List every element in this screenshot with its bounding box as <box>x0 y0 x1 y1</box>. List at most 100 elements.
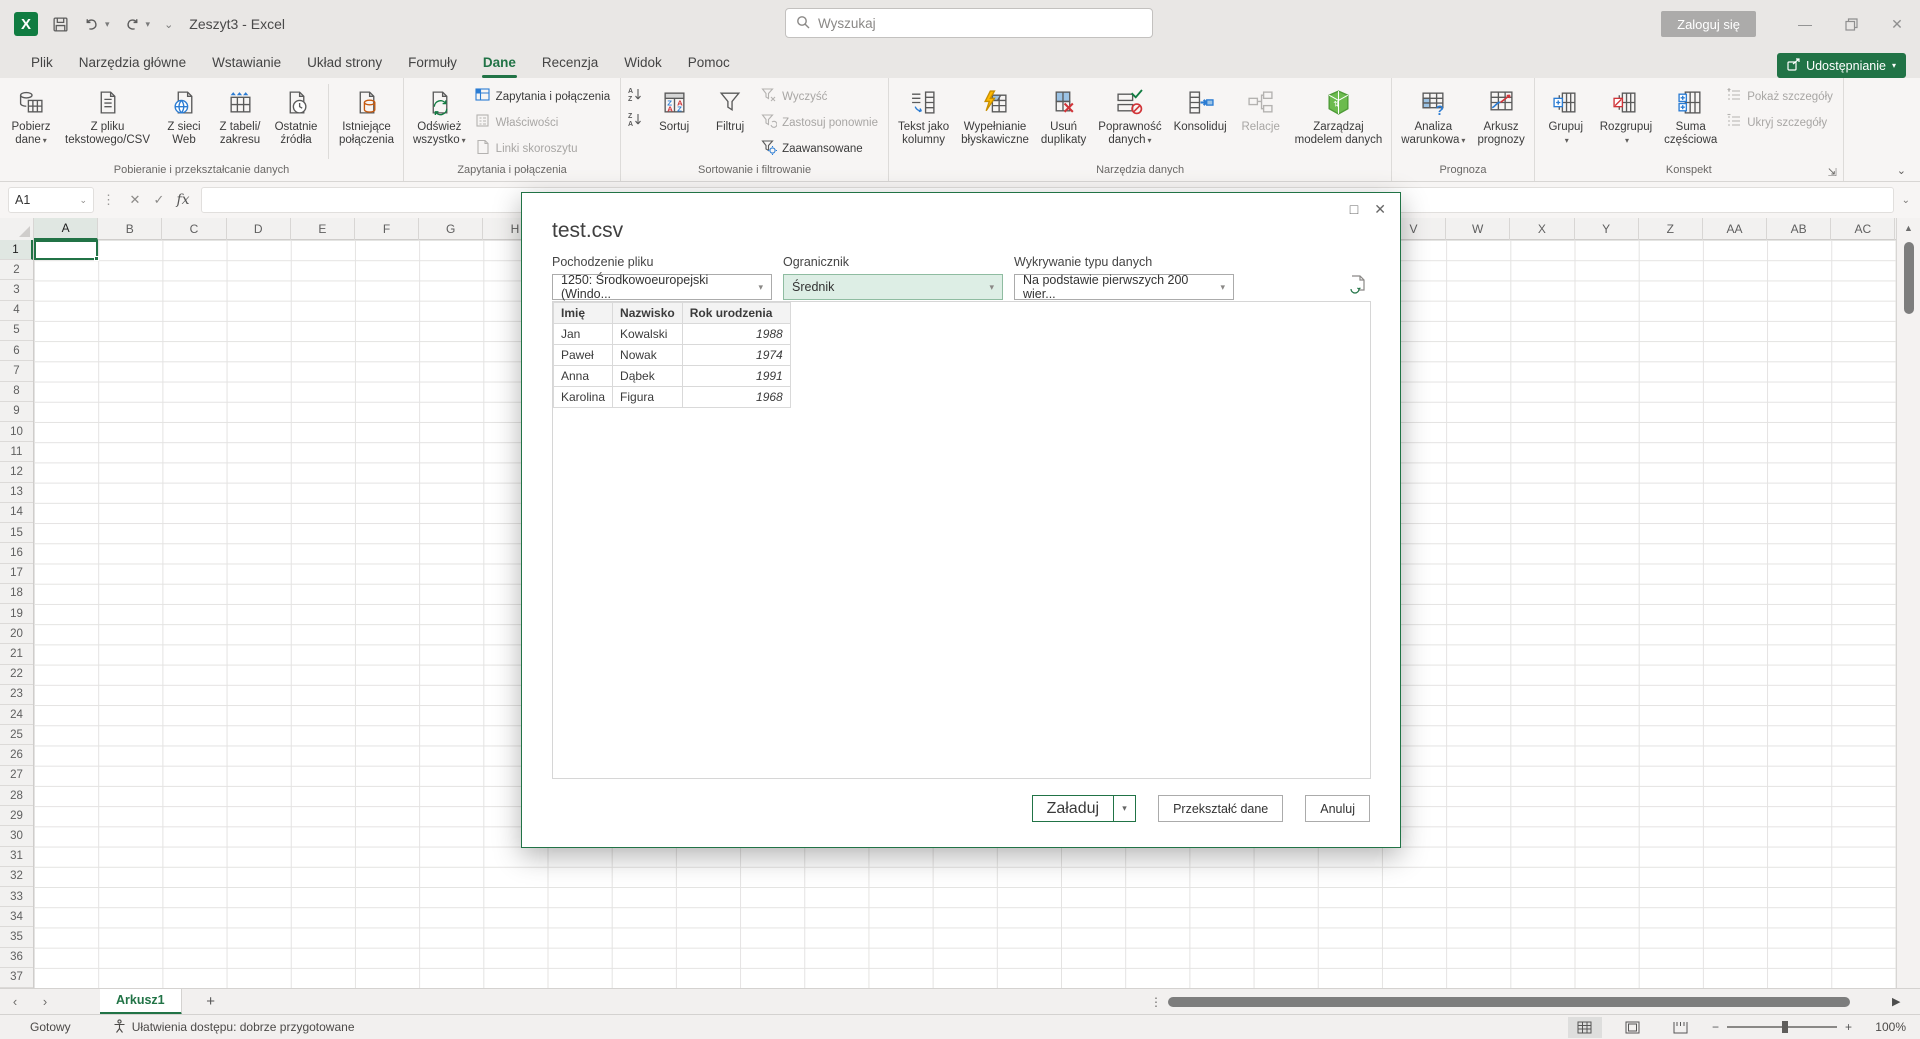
ribbon-tab-plik[interactable]: Plik <box>18 49 66 78</box>
sort-descending-button[interactable]: ZA <box>627 111 643 132</box>
row-header-29[interactable]: 29 <box>0 806 33 826</box>
row-header-30[interactable]: 30 <box>0 826 33 846</box>
collapse-ribbon-icon[interactable]: ⌄ <box>1897 164 1906 177</box>
column-header-aa[interactable]: AA <box>1703 218 1767 240</box>
share-button[interactable]: Udostępnianie ▾ <box>1777 53 1906 78</box>
row-header-16[interactable]: 16 <box>0 543 33 563</box>
row-header-13[interactable]: 13 <box>0 483 33 503</box>
zoom-level[interactable]: 100% <box>1866 1020 1906 1034</box>
row-header-34[interactable]: 34 <box>0 907 33 927</box>
row-header-21[interactable]: 21 <box>0 644 33 664</box>
customize-qat-icon[interactable]: ⌄ <box>164 18 173 31</box>
cancel-entry-icon[interactable]: ✕ <box>123 188 147 212</box>
istniejące-połączenia-button[interactable]: Istniejącepołączenia <box>334 82 399 161</box>
column-header-ac[interactable]: AC <box>1831 218 1895 240</box>
zarządzaj-modelem-danych-button[interactable]: ⇅Zarządzajmodelem danych <box>1290 82 1388 161</box>
sheet-tab-arkusz1[interactable]: Arkusz1 <box>100 989 182 1015</box>
suma-częściowa-button[interactable]: Sumaczęściowa <box>1659 82 1722 161</box>
row-header-31[interactable]: 31 <box>0 847 33 867</box>
ribbon-tab-wstawianie[interactable]: Wstawianie <box>199 49 294 78</box>
poprawność-danych-button[interactable]: Poprawnośćdanych▾ <box>1093 82 1166 161</box>
row-header-20[interactable]: 20 <box>0 624 33 644</box>
ribbon-tab-dane[interactable]: Dane <box>470 49 529 78</box>
arkusz-prognozy-button[interactable]: Arkuszprognozy <box>1472 82 1529 161</box>
load-dropdown-icon[interactable]: ▾ <box>1114 795 1136 822</box>
wypełnianie-błyskawiczne-button[interactable]: Wypełnianiebłyskawiczne <box>956 82 1034 161</box>
rozgrupuj-button[interactable]: Rozgrupuj▾ <box>1595 82 1657 161</box>
row-header-3[interactable]: 3 <box>0 280 33 300</box>
sortuj-button[interactable]: ZAAZSortuj <box>647 82 701 161</box>
ribbon-tab-recenzja[interactable]: Recenzja <box>529 49 611 78</box>
row-header-17[interactable]: 17 <box>0 564 33 584</box>
prev-sheet-icon[interactable]: ‹ <box>0 994 30 1009</box>
relacje-button[interactable]: Relacje <box>1234 82 1288 161</box>
column-header-ab[interactable]: AB <box>1767 218 1831 240</box>
z-pliku-tekstowego-csv-button[interactable]: Z plikutekstowego/CSV <box>60 82 155 161</box>
row-header-4[interactable]: 4 <box>0 301 33 321</box>
column-header-g[interactable]: G <box>419 218 483 240</box>
row-header-19[interactable]: 19 <box>0 604 33 624</box>
redo-icon[interactable] <box>124 16 141 33</box>
redo-caret-icon[interactable]: ▾ <box>146 19 151 30</box>
next-sheet-icon[interactable]: › <box>30 994 60 1009</box>
ribbon-tab-narzędzia-główne[interactable]: Narzędzia główne <box>66 49 199 78</box>
scroll-right-icon[interactable]: ▶ <box>1892 995 1900 1008</box>
pochodzenie-pliku-dropdown[interactable]: 1250: Środkowoeuropejski (Windo...▾ <box>552 274 772 300</box>
row-header-15[interactable]: 15 <box>0 523 33 543</box>
row-header-25[interactable]: 25 <box>0 725 33 745</box>
row-header-9[interactable]: 9 <box>0 402 33 422</box>
restore-icon[interactable] <box>1828 0 1874 48</box>
zoom-in-icon[interactable]: + <box>1845 1020 1852 1034</box>
column-header-f[interactable]: F <box>355 218 419 240</box>
name-box[interactable]: A1 ⌄ <box>8 187 94 213</box>
z-tabeli-zakresu-button[interactable]: Z tabeli/zakresu <box>213 82 267 161</box>
scroll-up-icon[interactable]: ▲ <box>1897 218 1920 238</box>
row-header-12[interactable]: 12 <box>0 462 33 482</box>
grupuj-button[interactable]: Grupuj▾ <box>1539 82 1593 161</box>
row-header-14[interactable]: 14 <box>0 503 33 523</box>
row-header-37[interactable]: 37 <box>0 968 33 988</box>
filtruj-button[interactable]: Filtruj <box>703 82 757 161</box>
sort-ascending-button[interactable]: AZ <box>627 86 643 107</box>
column-header-x[interactable]: X <box>1510 218 1574 240</box>
expand-formula-bar-icon[interactable]: ⌄ <box>1902 195 1910 206</box>
accessibility-status[interactable]: Ułatwienia dostępu: dobrze przygotowane <box>132 1020 355 1034</box>
row-header-27[interactable]: 27 <box>0 766 33 786</box>
column-header-y[interactable]: Y <box>1575 218 1639 240</box>
ribbon-tab-widok[interactable]: Widok <box>611 49 675 78</box>
horizontal-scroll-thumb[interactable] <box>1168 997 1850 1007</box>
sign-in-button[interactable]: Zaloguj się <box>1661 11 1756 37</box>
load-split-button[interactable]: Załaduj ▾ <box>1032 795 1136 822</box>
ostatnie-źródła-button[interactable]: Ostatnieźródła <box>269 82 323 161</box>
analiza-warunkowa-button[interactable]: ?Analizawarunkowa▾ <box>1396 82 1470 161</box>
tekst-jako-kolumny-button[interactable]: Tekst jakokolumny <box>893 82 954 161</box>
row-header-7[interactable]: 7 <box>0 361 33 381</box>
search-input[interactable]: Wyszukaj <box>785 8 1153 38</box>
row-header-33[interactable]: 33 <box>0 887 33 907</box>
column-header-a[interactable]: A <box>34 218 98 240</box>
dialog-close-icon[interactable]: ✕ <box>1374 201 1386 218</box>
ribbon-tab-formuły[interactable]: Formuły <box>395 49 470 78</box>
konsoliduj-button[interactable]: Konsoliduj <box>1169 82 1232 161</box>
column-header-b[interactable]: B <box>98 218 162 240</box>
pobierz-dane-button[interactable]: Pobierzdane▾ <box>4 82 58 161</box>
ribbon-tab-układ-strony[interactable]: Układ strony <box>294 49 395 78</box>
confirm-entry-icon[interactable]: ✓ <box>147 188 171 212</box>
namebox-resize-handle[interactable]: ⋮ <box>102 192 115 208</box>
zaawansowane-button[interactable]: Zaawansowane <box>759 137 884 160</box>
row-header-28[interactable]: 28 <box>0 786 33 806</box>
ribbon-tab-pomoc[interactable]: Pomoc <box>675 49 743 78</box>
cancel-button[interactable]: Anuluj <box>1305 795 1370 822</box>
vertical-scrollbar[interactable]: ▲ <box>1896 218 1920 988</box>
transform-data-button[interactable]: Przekształć dane <box>1158 795 1283 822</box>
row-header-10[interactable]: 10 <box>0 422 33 442</box>
zapytania-i-połączenia-button[interactable]: Zapytania i połączenia <box>473 85 616 108</box>
page-break-view-icon[interactable] <box>1664 1017 1698 1038</box>
row-header-11[interactable]: 11 <box>0 442 33 462</box>
undo-caret-icon[interactable]: ▾ <box>105 19 110 30</box>
vertical-scroll-thumb[interactable] <box>1904 242 1914 314</box>
zoom-slider[interactable]: − + <box>1712 1020 1852 1034</box>
load-button[interactable]: Załaduj <box>1032 795 1114 822</box>
column-header-z[interactable]: Z <box>1639 218 1703 240</box>
insert-function-icon[interactable]: fx <box>171 188 195 212</box>
